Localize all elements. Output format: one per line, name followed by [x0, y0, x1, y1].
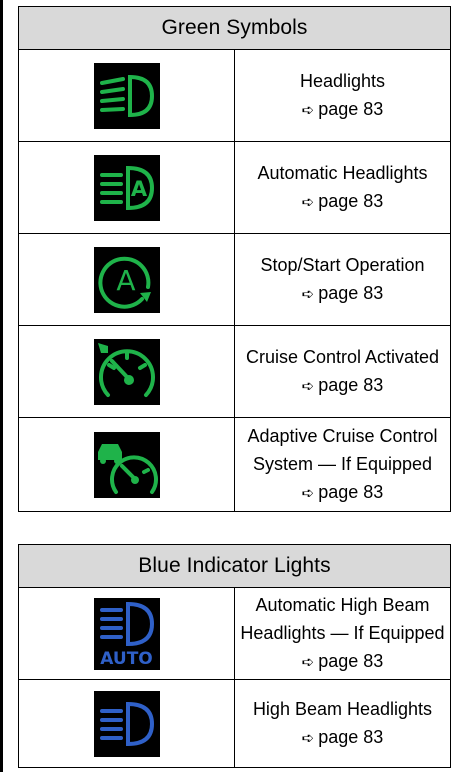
page-reference[interactable]: ➪ page 83 [235, 95, 450, 125]
page-arrow-icon: ➪ [301, 193, 315, 211]
page-reference[interactable]: ➪ page 83 [235, 371, 450, 401]
automatic-headlights-icon: A [93, 154, 160, 221]
page-arrow-icon: ➪ [301, 729, 315, 747]
table-row: A Stop/Start Operation ➪ page 83 [18, 233, 451, 326]
row-label-line1: Automatic High Beam [255, 594, 430, 615]
blue-indicator-header: Blue Indicator Lights [18, 544, 451, 588]
page-arrow-icon: ➪ [301, 377, 315, 395]
page-margin-rule [0, 0, 3, 772]
page-reference[interactable]: ➪ page 83 [235, 279, 450, 309]
green-symbols-header: Green Symbols [18, 6, 451, 50]
page-arrow-icon: ➪ [301, 285, 315, 303]
cruise-control-icon [93, 338, 160, 405]
row-label: Headlights [299, 70, 386, 91]
svg-text:A: A [130, 177, 147, 201]
table-row: Cruise Control Activated ➪ page 83 [18, 325, 451, 418]
page-reference[interactable]: ➪ page 83 [235, 723, 450, 753]
table-row: AUTO Automatic High Beam Headlights — If… [18, 587, 451, 680]
row-label: Cruise Control Activated [245, 346, 440, 367]
auto-label: AUTO [100, 648, 153, 669]
table-row: Adaptive Cruise Control System — If Equi… [18, 417, 451, 512]
page-reference[interactable]: ➪ page 83 [235, 478, 450, 508]
page-reference[interactable]: ➪ page 83 [235, 647, 450, 677]
page-arrow-icon: ➪ [301, 484, 315, 502]
row-label-line2: System — If Equipped [252, 453, 433, 474]
table-row: A Automatic Headlights ➪ page 83 [18, 141, 451, 234]
row-label: High Beam Headlights [252, 698, 433, 719]
svg-text:A: A [116, 264, 135, 297]
stop-start-icon: A [93, 246, 160, 313]
blue-indicator-table: Blue Indicator Lights AUTO Automatic Hig… [18, 544, 451, 768]
table-row: Headlights ➪ page 83 [18, 49, 451, 142]
page-arrow-icon: ➪ [301, 653, 315, 671]
automatic-high-beam-icon: AUTO [93, 597, 160, 670]
adaptive-cruise-control-icon [93, 431, 160, 498]
high-beam-icon [93, 690, 160, 757]
page-arrow-icon: ➪ [301, 101, 315, 119]
row-label-line2: Headlights — If Equipped [240, 622, 445, 643]
table-row: High Beam Headlights ➪ page 83 [18, 679, 451, 768]
row-label-line1: Adaptive Cruise Control [247, 425, 438, 446]
row-label: Stop/Start Operation [260, 254, 425, 275]
row-label: Automatic Headlights [257, 162, 428, 183]
green-symbols-table: Green Symbols Headlights ➪ page 83 A Aut… [18, 6, 451, 512]
page-reference[interactable]: ➪ page 83 [235, 187, 450, 217]
headlights-icon [93, 62, 160, 129]
